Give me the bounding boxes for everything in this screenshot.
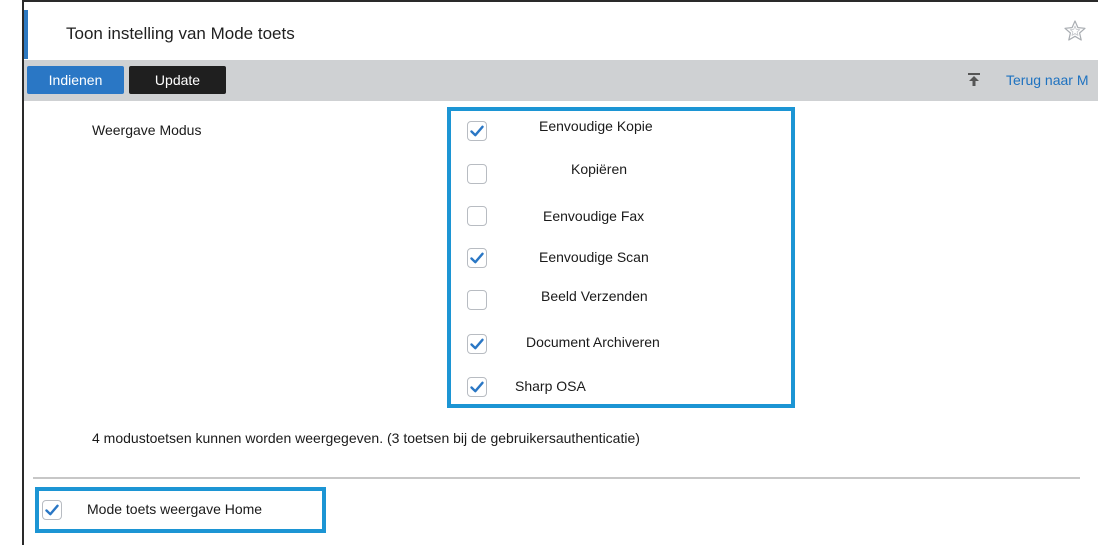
checkbox-sharp-osa[interactable] [467,377,487,397]
title-accent-bar [24,10,28,59]
option-label: Eenvoudige Fax [543,208,645,224]
favorite-star-icon[interactable] [1063,19,1087,43]
page-title: Toon instelling van Mode toets [66,24,295,43]
section-divider [33,477,1080,479]
page-top-border [22,0,1098,2]
checkbox-eenvoudige-fax[interactable] [467,206,487,226]
option-label: Sharp OSA [515,378,586,394]
option-label: Kopiëren [571,161,628,177]
checkmark-icon [470,381,484,393]
display-mode-label: Weergave Modus [92,122,202,138]
checkbox-beeld-verzenden[interactable] [467,290,487,310]
option-label: Eenvoudige Kopie [539,118,653,134]
checkbox-kopieren[interactable] [467,164,487,184]
back-link[interactable]: Terug naar M [1006,72,1088,88]
option-label: Beeld Verzenden [541,288,648,304]
checkbox-eenvoudige-kopie[interactable] [467,121,487,141]
display-mode-info: 4 modustoetsen kunnen worden weergegeven… [92,430,640,446]
checkmark-icon [470,252,484,264]
submit-button[interactable]: Indienen [27,66,124,94]
checkmark-icon [45,504,59,516]
checkbox-eenvoudige-scan[interactable] [467,248,487,268]
checkbox-home[interactable] [42,500,62,520]
back-to-top-icon[interactable] [966,71,982,87]
update-button[interactable]: Update [129,66,226,94]
option-label: Eenvoudige Scan [539,249,649,265]
checkbox-document-archiveren[interactable] [467,334,487,354]
checkmark-icon [470,125,484,137]
checkmark-icon [470,338,484,350]
option-label: Document Archiveren [526,334,660,350]
home-option-label: Mode toets weergave Home [87,501,263,517]
